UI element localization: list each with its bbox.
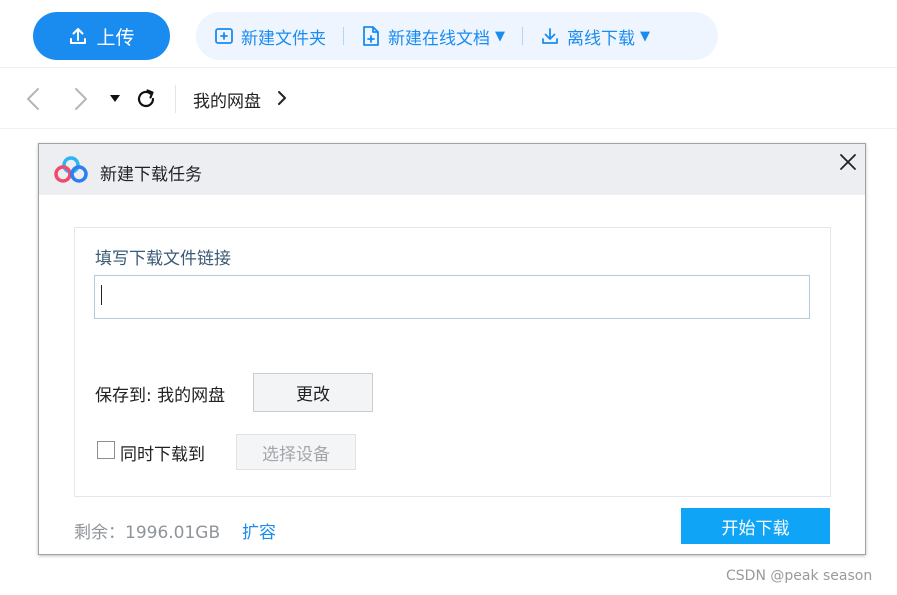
doc-plus-icon: [363, 26, 379, 46]
save-to-label: 保存到: 我的网盘: [95, 386, 226, 406]
dialog-header: 新建下载任务: [39, 144, 865, 195]
breadcrumb-arrow[interactable]: [276, 90, 288, 110]
top-toolbar: 上传 新建文件夹 新建在线文档 ▼ 离线下载 ▼: [0, 0, 897, 68]
toolbar-separator: [522, 27, 523, 45]
download-form-panel: 填写下载文件链接 保存到: 我的网盘 更改 同时下载到 选择设备: [74, 227, 831, 497]
nav-divider: [175, 85, 176, 113]
refresh-icon: [137, 89, 155, 108]
baidu-netdisk-logo-icon: [54, 156, 88, 183]
forward-button[interactable]: [68, 86, 94, 112]
caret-down-icon: [110, 95, 120, 102]
change-location-button[interactable]: 更改: [253, 373, 373, 412]
expand-storage-link[interactable]: 扩容: [242, 518, 276, 543]
chevron-right-icon: [75, 88, 87, 110]
sync-download-label[interactable]: 同时下载到: [120, 440, 205, 465]
upload-button[interactable]: 上传: [33, 12, 170, 60]
select-device-button: 选择设备: [236, 434, 356, 470]
refresh-button[interactable]: [133, 86, 159, 112]
chevron-right-icon: [278, 91, 286, 105]
remaining-space-label: 剩余：1996.01GB: [74, 523, 221, 543]
caret-down-icon: ▼: [495, 28, 505, 44]
upload-icon: [70, 28, 87, 44]
toolbar-separator: [343, 27, 344, 45]
start-download-button[interactable]: 开始下载: [681, 508, 830, 544]
caret-down-icon: ▼: [640, 28, 650, 44]
navigation-bar: 我的网盘: [0, 69, 897, 129]
breadcrumb-root[interactable]: 我的网盘: [193, 87, 261, 112]
upload-label: 上传: [96, 26, 135, 49]
offline-download-label: 离线下载: [567, 28, 635, 49]
toolbar-action-group: 新建文件夹 新建在线文档 ▼ 离线下载 ▼: [196, 12, 718, 60]
folder-plus-icon: [215, 28, 233, 44]
link-label: 填写下载文件链接: [95, 249, 231, 269]
download-icon: [542, 28, 558, 44]
close-icon: [840, 154, 856, 170]
chevron-left-icon: [27, 88, 39, 110]
new-online-doc-button[interactable]: 新建在线文档 ▼: [361, 24, 505, 49]
new-folder-label: 新建文件夹: [241, 28, 326, 49]
history-dropdown-button[interactable]: [102, 86, 128, 112]
new-online-doc-label: 新建在线文档: [388, 28, 490, 49]
download-link-input[interactable]: [94, 275, 810, 319]
back-button[interactable]: [20, 86, 46, 112]
close-button[interactable]: [838, 152, 858, 172]
watermark-text: CSDN @peak season: [726, 568, 873, 584]
dialog-title: 新建下载任务: [100, 165, 202, 185]
new-download-task-dialog: 新建下载任务 填写下载文件链接 保存到: 我的网盘 更改 同时下载到 选择设备 …: [38, 143, 866, 555]
new-folder-button[interactable]: 新建文件夹: [214, 24, 326, 49]
offline-download-button[interactable]: 离线下载 ▼: [540, 24, 650, 49]
sync-download-checkbox[interactable]: [97, 441, 115, 459]
text-cursor: [101, 285, 102, 305]
